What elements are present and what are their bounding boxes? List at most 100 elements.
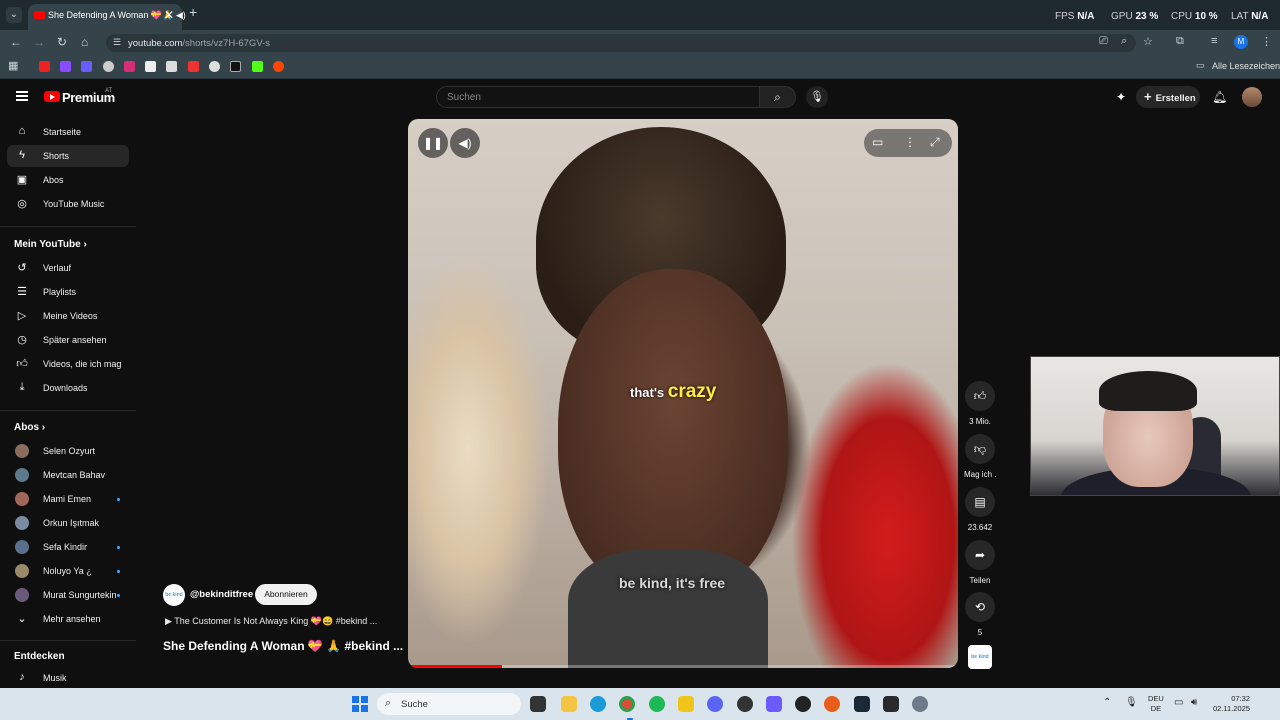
sidebar-subscription[interactable]: Mami Emen [7,488,129,510]
share-button[interactable]: ➦ Teilen [964,540,996,585]
bookmark-twitch2-icon[interactable] [81,61,92,72]
apps-grid-icon[interactable]: ▦ [8,59,18,72]
tab-search-dropdown-icon[interactable]: ⌄ [6,7,22,23]
shorts-video-player[interactable]: ❚❚ ◀) ▭ ⋮ ⤢ that's crazy be kind, it's f… [408,119,958,668]
sidebar-item-playlists[interactable]: ☰ Playlists [7,281,129,303]
chrome-icon[interactable] [619,696,635,720]
install-app-icon[interactable]: ⎚ [1099,35,1108,48]
extensions-icon[interactable]: ⧉ [1176,35,1184,48]
home-button-icon[interactable]: ⌂ [81,35,88,49]
fullscreen-icon[interactable]: ⤢ [930,135,940,150]
bookmark-stripe-icon[interactable] [166,61,177,72]
bookmark-youtube-icon[interactable] [39,61,50,72]
create-button[interactable]: + Erstellen [1136,86,1200,108]
media-controls-icon[interactable]: ≡ [1211,35,1217,47]
bookmark-threads-icon[interactable] [209,61,220,72]
reload-icon[interactable]: ↻ [57,35,67,49]
app-orange-icon[interactable] [824,696,840,712]
sidebar-subscription[interactable]: Sefa Kindir [7,536,129,558]
sidebar-subscription[interactable]: Orkun Işıtmak [7,512,129,534]
youtube-logo-icon[interactable] [44,91,60,102]
sidebar-subscription[interactable]: Mevtcan Bahav [7,464,129,486]
menu-hamburger-icon[interactable] [16,91,28,101]
bookmark-gmail-icon[interactable] [188,61,199,72]
forward-icon[interactable]: → [33,35,45,49]
app-shield-icon[interactable] [795,696,811,712]
all-bookmarks-link[interactable]: Alle Lesezeichen [1212,61,1280,71]
language-indicator[interactable]: DEU DE [1148,694,1164,714]
app-purple-icon[interactable] [766,696,782,712]
playlist-link[interactable]: ▶ The Customer Is Not Always King 💝😄 #be… [165,616,377,627]
taskbar-search[interactable]: ⌕ Suche [377,693,521,715]
captions-icon[interactable]: ▭ [872,135,883,149]
browser-tab-active[interactable]: She Defending A Woman 💝🙏 ◀) ✕ [28,4,186,30]
sidebar-subscription[interactable]: Selen Ozyurt [7,440,129,462]
bookmark-twitch-icon[interactable] [60,61,71,72]
section-heading-you[interactable]: Mein YouTube › [14,239,87,250]
speaker-icon[interactable]: 🔊︎ [1191,697,1197,708]
pause-button[interactable]: ❚❚ [418,128,448,158]
gemini-sparkle-icon[interactable]: ✦ [1116,90,1126,104]
site-info-icon[interactable]: ☰ [113,37,121,48]
windows-start-icon[interactable] [352,696,368,712]
notifications-bell-icon[interactable]: 🔔︎ [1212,90,1227,104]
edge-icon[interactable] [590,696,606,712]
back-icon[interactable]: ← [10,35,22,49]
like-button[interactable]: 👍︎ 3 Mio. [964,381,996,426]
sidebar-subscription[interactable]: Murat Sungurtekin [7,584,129,606]
browser-menu-icon[interactable]: ⋮ [1261,35,1272,48]
bookmark-kick-icon[interactable] [252,61,263,72]
comments-button[interactable]: ▤ 23.642 [964,487,996,532]
epic-games-icon[interactable] [883,696,899,712]
sound-channel-thumbnail[interactable]: be kind [968,645,992,669]
app-yellow-icon[interactable] [678,696,694,712]
sidebar-item-watch-later[interactable]: ◷ Später ansehen [7,329,129,351]
clock[interactable]: 07:32 02.11.2025 [1213,694,1250,714]
bookmark-star-icon[interactable]: ☆ [1143,35,1153,48]
subscribe-button[interactable]: Abonnieren [255,584,317,605]
video-title[interactable]: She Defending A Woman 💝 🙏 #bekind ... [163,639,403,653]
address-bar[interactable]: ☰ youtube.com/shorts/vz7H-67GV-s [106,34,1136,52]
app-dark-icon[interactable] [737,696,753,712]
sidebar-item-home[interactable]: ⌂ Startseite [7,121,129,143]
search-input[interactable]: Suchen [436,86,760,108]
bookmark-x-icon[interactable] [145,61,156,72]
account-avatar[interactable] [1242,87,1262,107]
sidebar-item-liked[interactable]: 👍︎ Videos, die ich mag [7,353,129,375]
network-icon[interactable]: ▭ [1174,697,1183,708]
bookmark-xbox-icon[interactable] [103,61,114,72]
file-explorer-icon[interactable] [561,696,577,712]
section-heading-subscriptions[interactable]: Abos › [14,422,45,433]
sidebar-item-subscriptions[interactable]: ▣ Abos [7,169,129,191]
task-view-icon[interactable] [530,696,546,712]
sidebar-item-shorts[interactable]: ϟ Shorts [7,145,129,167]
sidebar-item-history[interactable]: ↺ Verlauf [7,257,129,279]
profile-avatar[interactable]: M [1234,35,1248,49]
bookmark-reddit-icon[interactable] [273,61,284,72]
app-ring-icon[interactable] [912,696,928,712]
sidebar-show-more[interactable]: ⌄ Mehr ansehen [7,608,129,630]
search-button[interactable]: ⌕ [760,86,796,108]
sidebar-item-downloads[interactable]: ⤓ Downloads [7,377,129,399]
more-options-icon[interactable]: ⋮ [904,135,916,149]
channel-avatar[interactable]: be kind [163,584,185,606]
steam-icon[interactable] [854,696,870,712]
tray-mic-icon[interactable]: 🎙 [1125,697,1138,708]
spotify-icon[interactable] [649,696,665,712]
channel-handle[interactable]: @bekinditfree [190,589,253,600]
sidebar-item-youtube-music[interactable]: ◎ YouTube Music [7,193,129,215]
bookmark-instagram-icon[interactable] [124,61,135,72]
zoom-icon[interactable]: ⌕ [1121,35,1127,48]
voice-search-button[interactable]: 🎙 [806,86,828,108]
discord-icon[interactable] [707,696,723,712]
tab-close-icon[interactable]: ✕ [164,8,174,22]
sidebar-item-my-videos[interactable]: ▷ Meine Videos [7,305,129,327]
volume-button[interactable]: ◀) [450,128,480,158]
sidebar-subscription[interactable]: Noluyo Ya ¿ [7,560,129,582]
dislike-button[interactable]: 👎︎ Mag ich . [964,434,996,479]
sidebar-item-music[interactable]: ♪ Musik [7,667,129,689]
video-progress-bar[interactable] [408,665,958,668]
remix-button[interactable]: ⟲ 5 [964,592,996,637]
bookmark-tiktok-icon[interactable] [230,61,241,72]
tray-overflow-icon[interactable]: ⌃ [1103,697,1111,708]
